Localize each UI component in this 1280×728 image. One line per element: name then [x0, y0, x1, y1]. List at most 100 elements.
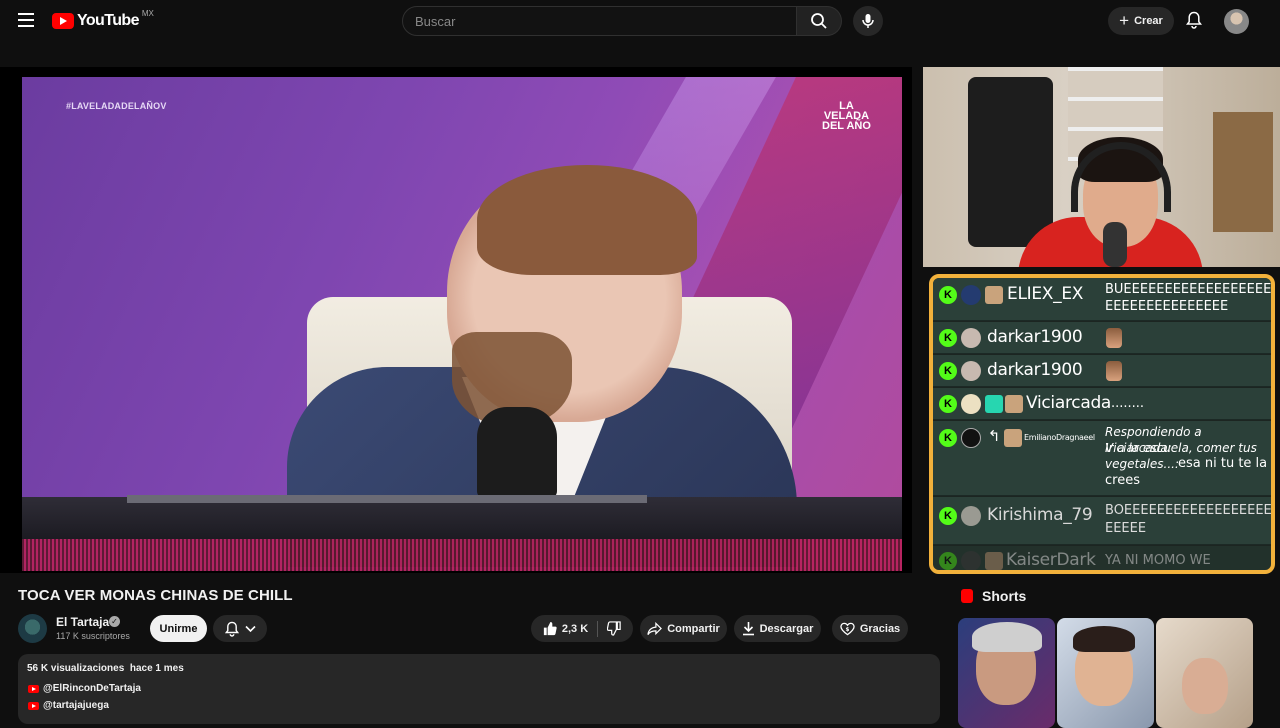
- create-button[interactable]: + Crear: [1108, 7, 1174, 35]
- voice-search-button[interactable]: [853, 6, 883, 36]
- bell-icon: [224, 621, 239, 637]
- chat-username: darkar1900: [987, 327, 1083, 347]
- chat-text: BOEEEEEEEEEEEEEEEEEE: [1105, 503, 1272, 518]
- chat-message: K ELIEX_EX BUEEEEEEEEEEEEEEEEEE EEEEEEEE…: [933, 278, 1271, 321]
- search-input[interactable]: Buscar: [402, 6, 797, 36]
- streamer-microphone: [1103, 222, 1127, 267]
- subscriber-count: 117 K suscriptores: [56, 631, 130, 641]
- chat-text: EEEEEEEEEEEEEEE: [1105, 299, 1229, 314]
- short-thumbnail-hair: [1073, 626, 1135, 652]
- subscriber-badge-icon: [985, 286, 1003, 304]
- youtube-logo[interactable]: YouTube MX: [52, 8, 154, 31]
- thanks-heart-icon: $: [840, 622, 855, 635]
- video-title: TOCA VER MONAS CHINAS DE CHILL: [18, 587, 293, 604]
- notifications-button[interactable]: [1183, 9, 1205, 31]
- short-thumbnail[interactable]: [1057, 618, 1154, 728]
- chevron-down-icon: [244, 625, 256, 632]
- description-meta: 56 K visualizaciones hace 1 mes: [27, 663, 184, 674]
- download-label: Descargar: [759, 622, 814, 635]
- channel-link-label: @tartajajuega: [43, 700, 109, 711]
- chat-text: crees: [1105, 473, 1140, 488]
- plus-icon: +: [1119, 11, 1130, 30]
- thumbs-down-icon: [607, 621, 621, 636]
- kick-icon: K: [939, 429, 957, 447]
- download-button[interactable]: Descargar: [734, 615, 821, 642]
- user-avatar-icon: [961, 394, 981, 414]
- video-description[interactable]: 56 K visualizaciones hace 1 mes @ElRinco…: [18, 654, 940, 724]
- user-avatar-icon: [961, 551, 981, 570]
- description-channel-link[interactable]: @tartajajuega: [28, 700, 109, 711]
- chat-reply-quote: vegetales...:: [1105, 457, 1179, 471]
- chat-text: BUEEEEEEEEEEEEEEEEEE: [1105, 282, 1272, 297]
- user-avatar-icon: [961, 506, 981, 526]
- like-dislike-group: 2,3 K: [531, 615, 633, 642]
- chat-username: darkar1900: [987, 360, 1083, 380]
- emote-icon: [1106, 361, 1122, 381]
- og-badge-icon: [985, 395, 1003, 413]
- channel-name[interactable]: El Tartaja: [56, 615, 109, 629]
- chat-username: EmilianoDragnaeel: [1024, 433, 1095, 442]
- short-thumbnail-face: [1182, 658, 1228, 714]
- kick-icon: K: [939, 329, 957, 347]
- search-button[interactable]: [797, 6, 842, 36]
- shorts-icon: [961, 589, 973, 603]
- download-icon: [742, 622, 754, 636]
- kick-icon: K: [939, 395, 957, 413]
- join-button[interactable]: Unirme: [150, 615, 207, 642]
- view-count: 56 K visualizaciones: [27, 663, 125, 674]
- video-player[interactable]: #LAVELADADELAÑOV LA VELADA DEL AÑO: [0, 67, 912, 573]
- thanks-label: Gracias: [859, 622, 901, 635]
- channel-link-label: @ElRinconDeTartaja: [43, 683, 141, 694]
- microphone-icon: [862, 14, 874, 28]
- video-person-hair: [477, 165, 697, 275]
- chat-message: K Kirishima_79 BOEEEEEEEEEEEEEEEEEE EEEE…: [933, 497, 1271, 545]
- thumbs-up-icon: [543, 621, 557, 636]
- search-icon: [811, 13, 827, 29]
- subscriber-badge-icon: [985, 552, 1003, 570]
- youtube-play-icon: [52, 13, 74, 29]
- subscriber-badge-icon: [1004, 429, 1022, 447]
- chat-username: ELIEX_EX: [1007, 284, 1084, 304]
- country-code: MX: [141, 8, 154, 18]
- share-icon: [647, 621, 663, 635]
- short-thumbnail[interactable]: [958, 618, 1055, 728]
- chat-message: K Viciarcada ........: [933, 388, 1271, 420]
- webcam-poster: [968, 77, 1053, 247]
- youtube-icon: [28, 701, 39, 710]
- youtube-icon: [28, 684, 39, 693]
- subscriber-badge-icon: [1005, 395, 1023, 413]
- like-count: 2,3 K: [561, 622, 589, 635]
- menu-icon[interactable]: [14, 9, 38, 33]
- publish-date: hace 1 mes: [129, 663, 184, 674]
- chat-message: K KaiserDark YA NI MOMO WE: [933, 546, 1271, 570]
- short-thumbnail[interactable]: [1156, 618, 1253, 728]
- channel-avatar[interactable]: [18, 614, 47, 643]
- event-logo: LA VELADA DEL AÑO: [822, 100, 871, 132]
- user-avatar-icon: [961, 361, 981, 381]
- chat-username: Kirishima_79: [987, 505, 1093, 525]
- share-label: Compartir: [667, 622, 720, 635]
- user-avatar[interactable]: [1224, 9, 1249, 34]
- top-bar: YouTube MX Buscar + Crear: [0, 0, 1280, 42]
- kick-icon: K: [939, 507, 957, 525]
- chat-text: YA NI MOMO WE: [1105, 553, 1211, 568]
- dislike-button[interactable]: [607, 621, 622, 636]
- thanks-button[interactable]: $ Gracias: [832, 615, 908, 642]
- chat-username: Viciarcada: [1026, 393, 1112, 413]
- chat-text: ........: [1111, 396, 1145, 411]
- chat-message: K darkar1900: [933, 355, 1271, 387]
- share-button[interactable]: Compartir: [640, 615, 727, 642]
- subscription-notifications-button[interactable]: [213, 615, 267, 642]
- chat-reply-quote: Ir a la escuela, comer tus: [1105, 441, 1257, 455]
- like-button[interactable]: 2,3 K: [542, 621, 588, 636]
- video-frame[interactable]: #LAVELADADELAÑOV LA VELADA DEL AÑO: [22, 77, 902, 571]
- bell-icon: [1186, 11, 1202, 29]
- description-channel-link[interactable]: @ElRinconDeTartaja: [28, 683, 141, 694]
- chat-text: esa ni tu te la: [1178, 456, 1268, 471]
- user-avatar-icon: [961, 285, 981, 305]
- webcam-chair: [1213, 112, 1273, 232]
- reply-icon: ↰: [987, 428, 1001, 445]
- shorts-heading: Shorts: [982, 588, 1027, 604]
- video-desk-edge: [127, 495, 647, 503]
- chat-username: KaiserDark: [1006, 550, 1096, 570]
